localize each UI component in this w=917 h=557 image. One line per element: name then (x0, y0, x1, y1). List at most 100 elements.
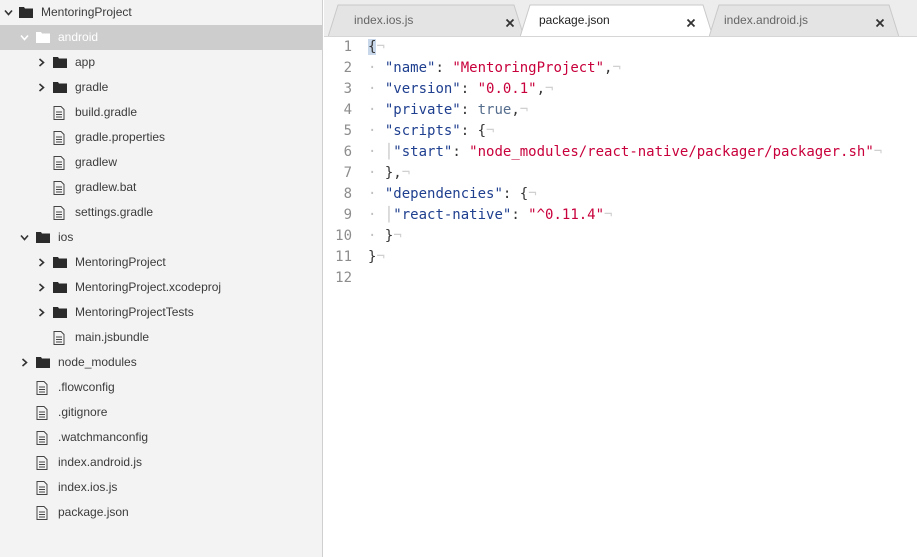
file-icon (36, 481, 50, 495)
json-comma: , (511, 102, 520, 118)
tree-folder-node-modules[interactable]: node_modules (0, 350, 322, 375)
tab-package-json[interactable]: package.json (520, 4, 713, 36)
tree-folder-tests[interactable]: MentoringProjectTests (0, 300, 322, 325)
file-icon (53, 131, 67, 145)
json-sep: : (460, 123, 478, 139)
code-line-1: {¬ (368, 39, 385, 55)
tree-label: MentoringProjectTests (75, 305, 194, 319)
json-key: "scripts" (384, 123, 461, 139)
folder-icon (53, 81, 67, 94)
chevron-right-icon[interactable] (36, 50, 46, 75)
json-value: true (477, 102, 512, 118)
tree-folder-xcodeproj[interactable]: MentoringProject.xcodeproj (0, 275, 322, 300)
file-icon (36, 431, 50, 445)
tab-index-ios[interactable]: index.ios.js (328, 4, 524, 36)
tab-index-android[interactable]: index.android.js (709, 4, 899, 36)
json-brace: { (519, 186, 529, 202)
chevron-right-icon[interactable] (36, 300, 46, 325)
line-number: 4 (343, 102, 352, 118)
chevron-down-icon[interactable] (19, 25, 29, 50)
file-icon (53, 156, 67, 170)
tree-root-folder[interactable]: MentoringProject (0, 0, 322, 25)
eol-marker: ¬ (519, 102, 529, 118)
json-comma: , (536, 81, 546, 97)
close-icon[interactable] (505, 15, 515, 28)
json-key: "private" (384, 102, 461, 118)
line-number: 3 (343, 81, 352, 97)
tree-label: settings.gradle (75, 205, 154, 219)
folder-icon (53, 256, 67, 269)
tree-file-flowconfig[interactable]: .flowconfig (0, 375, 322, 400)
code-editor[interactable]: 1 2 3 4 5 6 7 8 9 10 11 12 {¬ · "name": … (324, 37, 917, 557)
chevron-right-icon[interactable] (19, 350, 29, 375)
code-line-8: · "dependencies": {¬ (368, 186, 537, 202)
file-icon (36, 406, 50, 420)
tree-file-gradlew[interactable]: gradlew (0, 150, 322, 175)
tree-label: build.gradle (75, 105, 138, 119)
code-line-5: · "scripts": {¬ (368, 123, 495, 139)
tab-label: index.android.js (724, 13, 809, 27)
folder-icon (19, 6, 33, 19)
chevron-right-icon[interactable] (36, 275, 46, 300)
tree-label: MentoringProject (75, 255, 166, 269)
json-brace: }, (384, 165, 402, 181)
tree-folder-app[interactable]: app (0, 50, 322, 75)
code-line-6: · │"start": "node_modules/react-native/p… (368, 144, 883, 160)
tree-label: app (75, 55, 96, 69)
code-line-3: · "version": "0.0.1",¬ (368, 81, 554, 97)
tree-label: .gitignore (58, 405, 108, 419)
file-icon (36, 456, 50, 470)
json-sep: : (460, 81, 478, 97)
code-line-2: · "name": "MentoringProject",¬ (368, 60, 621, 76)
tree-file-build-gradle[interactable]: build.gradle (0, 100, 322, 125)
tab-label: index.ios.js (354, 13, 414, 27)
eol-marker: ¬ (393, 228, 402, 244)
chevron-down-icon[interactable] (19, 225, 29, 250)
tree-label: package.json (58, 505, 129, 519)
eol-marker: ¬ (604, 207, 613, 223)
json-brace: { (477, 123, 487, 139)
tree-file-gradlew-bat[interactable]: gradlew.bat (0, 175, 322, 200)
line-number: 10 (335, 228, 352, 244)
line-number: 12 (335, 270, 352, 286)
code-line-11: }¬ (368, 249, 385, 265)
close-icon[interactable] (875, 15, 885, 28)
tree-label: MentoringProject.xcodeproj (75, 280, 222, 294)
json-sep: : (452, 144, 470, 160)
chevron-down-icon[interactable] (3, 0, 13, 25)
tree-folder-gradle[interactable]: gradle (0, 75, 322, 100)
file-icon (53, 181, 67, 195)
code-line-7: · },¬ (368, 165, 411, 181)
tree-label: .flowconfig (58, 380, 115, 394)
tree-file-settings-gradle[interactable]: settings.gradle (0, 200, 322, 225)
line-number: 1 (343, 39, 352, 55)
code-line-4: · "private": true,¬ (368, 102, 529, 118)
tree-folder-android[interactable]: android (0, 25, 322, 50)
tab-bar: index.ios.js package.json index.android.… (324, 0, 917, 37)
file-icon (53, 206, 67, 220)
file-icon (36, 506, 50, 520)
folder-icon (36, 356, 50, 369)
eol-marker: ¬ (486, 123, 495, 139)
tree-file-index-ios[interactable]: index.ios.js (0, 475, 322, 500)
tree-file-gitignore[interactable]: .gitignore (0, 400, 322, 425)
tree-folder-ios[interactable]: ios (0, 225, 322, 250)
line-number: 5 (343, 123, 352, 139)
chevron-right-icon[interactable] (36, 250, 46, 275)
folder-icon (36, 31, 50, 44)
json-sep: : (435, 60, 453, 76)
close-icon[interactable] (686, 15, 696, 28)
tree-file-watchmanconfig[interactable]: .watchmanconfig (0, 425, 322, 450)
tab-label: package.json (539, 13, 610, 27)
eol-marker: ¬ (376, 249, 385, 265)
tree-file-package-json[interactable]: package.json (0, 500, 322, 525)
tree-folder-mentoringproject[interactable]: MentoringProject (0, 250, 322, 275)
json-value: "MentoringProject" (452, 60, 605, 76)
tree-file-gradle-properties[interactable]: gradle.properties (0, 125, 322, 150)
tree-file-index-android[interactable]: index.android.js (0, 450, 322, 475)
line-number: 7 (343, 165, 352, 181)
file-icon (53, 106, 67, 120)
tree-file-main-jsbundle[interactable]: main.jsbundle (0, 325, 322, 350)
file-icon (36, 381, 50, 395)
chevron-right-icon[interactable] (36, 75, 46, 100)
